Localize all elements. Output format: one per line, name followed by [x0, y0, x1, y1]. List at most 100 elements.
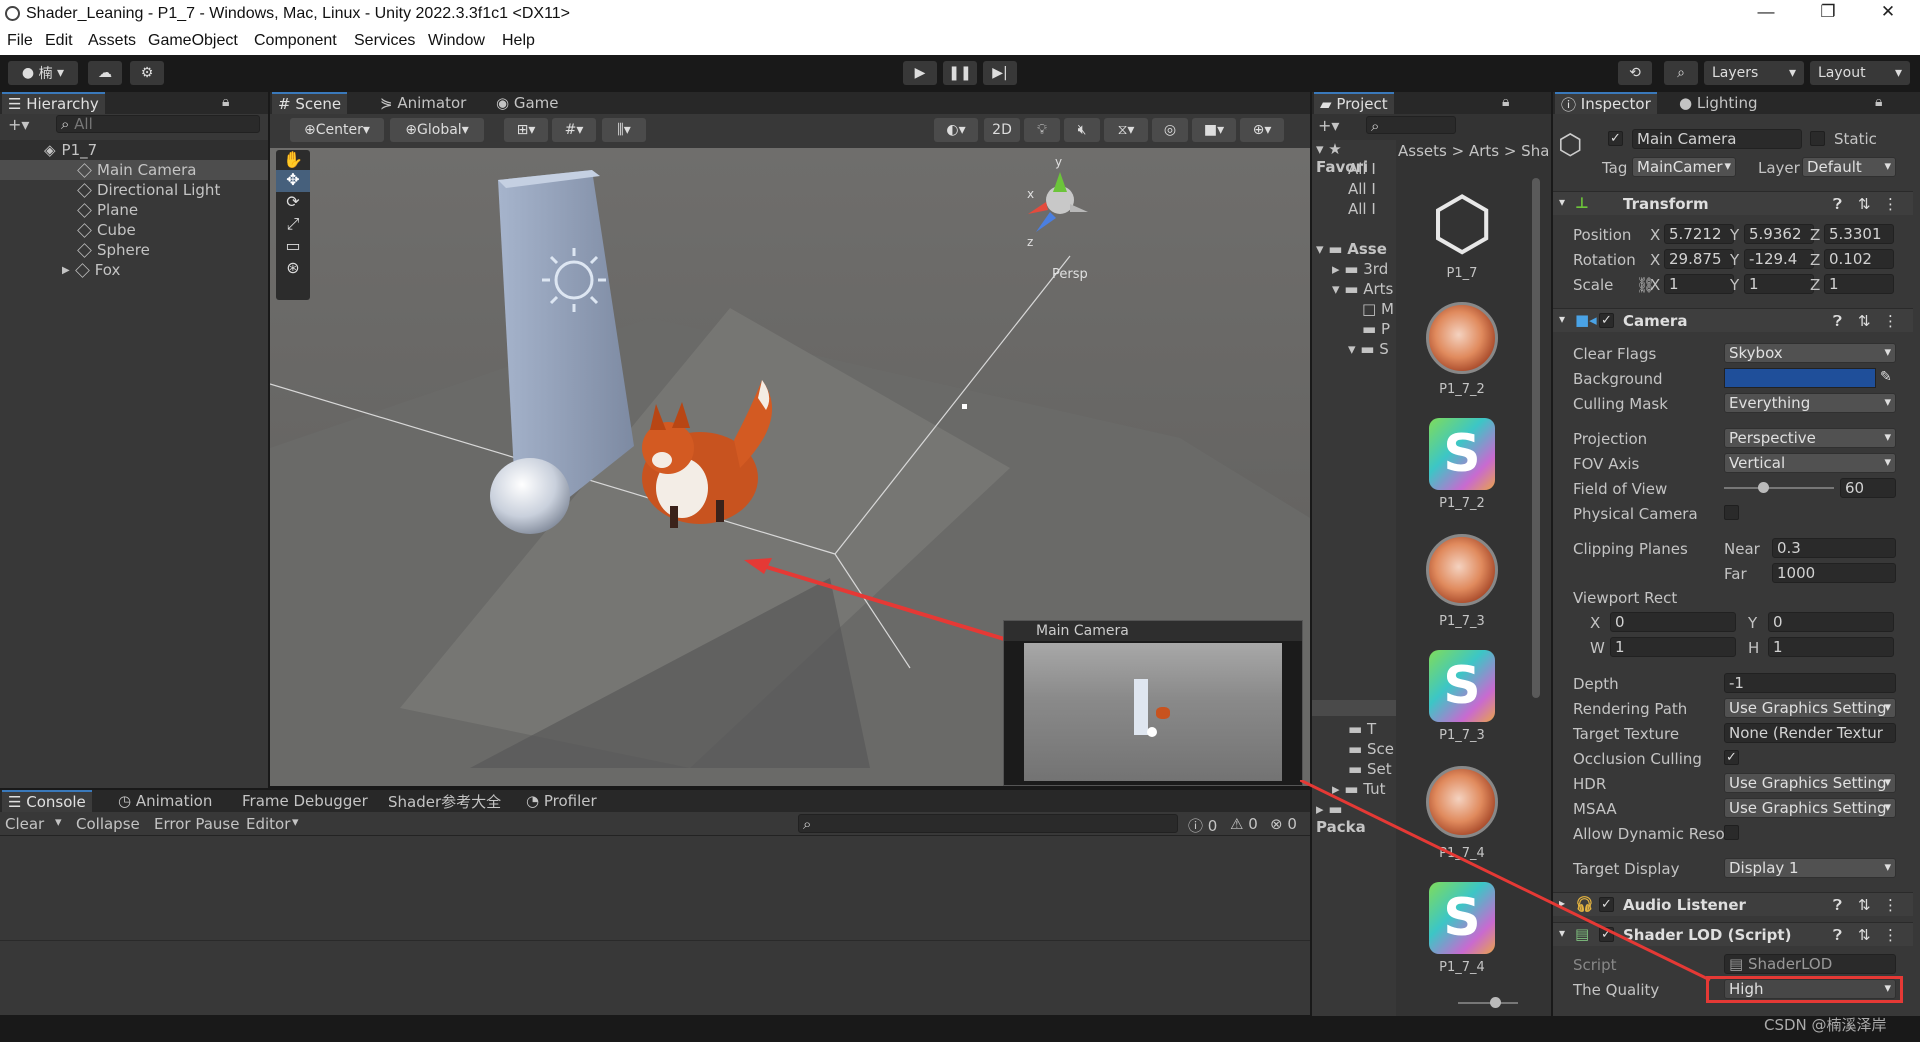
scale-z-field[interactable]: 1	[1824, 274, 1894, 294]
close-button[interactable]: ✕	[1868, 2, 1908, 22]
layout-dropdown[interactable]: Layout ▾	[1810, 61, 1910, 85]
help-icon[interactable]: ❓︎	[1833, 195, 1842, 213]
scale-axis-label[interactable]: Z	[1810, 276, 1820, 294]
clear-flags-dropdown[interactable]: Skybox	[1724, 343, 1896, 363]
tab-animator[interactable]: ⋟ Animator	[374, 92, 472, 114]
help-icon[interactable]: ❓︎	[1833, 312, 1842, 330]
warning-count[interactable]: ⚠ 0	[1230, 815, 1258, 833]
hierarchy-item-fox[interactable]: ▶ Fox	[0, 260, 268, 280]
rotation-axis-label[interactable]: Y	[1730, 251, 1739, 269]
step-button[interactable]: ▶|	[983, 61, 1017, 85]
near-field[interactable]: 0.3	[1772, 538, 1896, 558]
snap-icon[interactable]: ⊞▾	[504, 118, 548, 142]
tab-project[interactable]: ▰ Project	[1314, 92, 1394, 114]
lighting-toggle-icon[interactable]: 💡︎	[1024, 118, 1060, 142]
physical-camera-checkbox[interactable]	[1724, 505, 1739, 520]
breadcrumb-sha[interactable]: Sha	[1521, 142, 1548, 160]
fov-axis-dropdown[interactable]: Vertical	[1724, 453, 1896, 473]
asset-p1-7-3-material[interactable]: P1_7_3	[1422, 534, 1502, 629]
editor-dropdown[interactable]: Editor	[246, 815, 290, 833]
position-axis-label[interactable]: Z	[1810, 226, 1820, 244]
active-checkbox[interactable]: ✓	[1608, 131, 1623, 146]
preset-icon[interactable]: ⇅	[1858, 896, 1871, 914]
rotation-y-field[interactable]: -129.4	[1744, 249, 1814, 269]
fov-slider[interactable]	[1724, 487, 1834, 489]
camera-header[interactable]: ▾ ■◂ ✓ Camera ❓︎ ⇅ ⋮	[1553, 308, 1913, 332]
scale-axis-label[interactable]: X	[1650, 276, 1660, 294]
viewport-vx-field[interactable]: 0	[1610, 612, 1736, 632]
persp-label[interactable]: Persp	[1052, 267, 1088, 282]
tag-dropdown[interactable]: MainCamer	[1632, 157, 1736, 177]
asset-p1-7-3-shader[interactable]: S P1_7_3	[1422, 650, 1502, 743]
scene-viewport[interactable]: y x z Persp ✋ ✥ ⟳ ⤢ ▭ ⊛ Main Camera	[270, 148, 1310, 786]
position-axis-label[interactable]: Y	[1730, 226, 1739, 244]
transform-header[interactable]: ▾ ⊥ Transform ❓︎ ⇅ ⋮	[1553, 191, 1913, 215]
rotation-axis-label[interactable]: X	[1650, 251, 1660, 269]
tree-item-3rd[interactable]: ▸ ▬ 3rd	[1332, 260, 1388, 278]
expand-arrow-icon[interactable]: ▶	[62, 265, 70, 276]
console-search-input[interactable]: ⌕	[798, 814, 1178, 833]
tab-profiler[interactable]: ◔ Profiler	[520, 790, 603, 812]
menu-icon[interactable]: ⋮	[1883, 312, 1898, 330]
tab-hierarchy[interactable]: ☰ Hierarchy	[2, 92, 105, 114]
viewport-vw-field[interactable]: 1	[1610, 637, 1736, 657]
asset-p1-7-2-shader[interactable]: S P1_7_2	[1422, 418, 1502, 511]
hierarchy-item-sphere[interactable]: Sphere	[0, 240, 268, 260]
menu-window[interactable]: Window	[428, 32, 485, 50]
layers-dropdown[interactable]: Layers ▾	[1704, 61, 1804, 85]
scale-x-field[interactable]: 1	[1664, 274, 1734, 294]
eyedropper-icon[interactable]: ✎	[1880, 369, 1892, 385]
tree-item-arts[interactable]: ▾ ▬ Arts	[1332, 280, 1393, 298]
project-search-input[interactable]: ⌕	[1366, 116, 1456, 134]
gizmos-icon[interactable]: ⊕▾	[1240, 118, 1284, 142]
tree-item-m[interactable]: □ M	[1362, 300, 1394, 318]
log-count[interactable]: ⓘ 0	[1188, 815, 1217, 836]
scale-tool-icon[interactable]: ⤢	[276, 214, 310, 236]
breadcrumb-assets[interactable]: Assets	[1398, 142, 1447, 160]
add-icon[interactable]: +▾	[8, 115, 29, 134]
preset-icon[interactable]: ⇅	[1858, 312, 1871, 330]
project-scrollbar[interactable]	[1532, 178, 1540, 698]
occlusion-culling-checkbox[interactable]: ✓	[1724, 750, 1739, 765]
hierarchy-item-directional-light[interactable]: Directional Light	[0, 180, 268, 200]
rotation-z-field[interactable]: 0.102	[1824, 249, 1894, 269]
preset-icon[interactable]: ⇅	[1858, 926, 1871, 944]
hierarchy-item-plane[interactable]: Plane	[0, 200, 268, 220]
menu-assets[interactable]: Assets	[88, 32, 136, 50]
position-axis-label[interactable]: X	[1650, 226, 1660, 244]
tree-item-t[interactable]: ▬ T	[1348, 720, 1376, 738]
menu-component[interactable]: Component	[254, 32, 337, 50]
rotate-tool-icon[interactable]: ⟳	[276, 192, 310, 214]
help-icon[interactable]: ❓︎	[1833, 926, 1842, 944]
minimize-button[interactable]: —	[1746, 2, 1786, 22]
collab-icon[interactable]: ⚙	[130, 61, 164, 85]
tab-lighting[interactable]: ● Lighting	[1673, 92, 1764, 114]
background-color-swatch[interactable]	[1724, 368, 1876, 388]
rendering-path-dropdown[interactable]: Use Graphics Setting	[1724, 698, 1896, 718]
tab-inspector[interactable]: ⓘ Inspector	[1555, 92, 1657, 114]
lock-icon[interactable]: 🔒︎	[1875, 94, 1882, 110]
camera-icon[interactable]: ■▾	[1192, 118, 1236, 142]
static-checkbox[interactable]	[1810, 131, 1825, 146]
audio-toggle-icon[interactable]: 🔇︎	[1064, 118, 1100, 142]
target-display-dropdown[interactable]: Display 1	[1724, 858, 1896, 878]
error-count[interactable]: ⊗ 0	[1270, 815, 1297, 833]
menu-services[interactable]: Services	[354, 32, 415, 50]
scene-row[interactable]: ◈ P1_7	[0, 140, 268, 160]
tree-item-s[interactable]: ▾ ▬ S	[1348, 340, 1389, 358]
menu-help[interactable]: Help	[502, 32, 535, 50]
culling-mask-dropdown[interactable]: Everything	[1724, 393, 1896, 413]
cloud-icon[interactable]: ☁	[88, 61, 122, 85]
scale-axis-label[interactable]: Y	[1730, 276, 1739, 294]
far-field[interactable]: 1000	[1772, 563, 1896, 583]
move-tool-icon[interactable]: ✥	[276, 170, 310, 192]
pause-button[interactable]: ❚❚	[943, 61, 977, 85]
tab-scene[interactable]: # Scene	[272, 92, 348, 114]
tab-game[interactable]: ◉ Game	[490, 92, 565, 114]
space-dropdown[interactable]: ⊕ Global ▾	[390, 118, 484, 142]
layer-dropdown[interactable]: Default	[1802, 157, 1896, 177]
menu-icon[interactable]: ⋮	[1883, 896, 1898, 914]
position-x-field[interactable]: 5.7212	[1664, 224, 1734, 244]
tree-item-fav-2[interactable]: All I	[1348, 180, 1376, 198]
object-name-input[interactable]: Main Camera	[1632, 129, 1802, 149]
